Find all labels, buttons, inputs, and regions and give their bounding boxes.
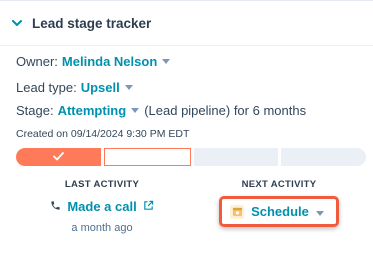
stage-duration: (Lead pipeline) for 6 months xyxy=(144,103,307,118)
chevron-down-icon[interactable] xyxy=(131,107,140,114)
next-activity-column: NEXT ACTIVITY Schedule xyxy=(194,179,364,227)
progress-step-upcoming xyxy=(193,148,279,166)
created-date: Created on 09/14/2024 9:30 PM EDT xyxy=(16,128,190,140)
progress-step-current xyxy=(103,148,191,166)
next-activity-label: NEXT ACTIVITY xyxy=(241,179,317,190)
section-header[interactable]: Lead stage tracker xyxy=(0,1,373,45)
chevron-down-icon[interactable] xyxy=(162,58,171,65)
calendar-icon xyxy=(230,204,245,219)
checkmark-icon xyxy=(52,148,64,166)
last-activity-link[interactable]: Made a call xyxy=(50,199,153,214)
stage-dropdown[interactable]: Attempting xyxy=(58,103,127,118)
last-activity-action[interactable]: Made a call xyxy=(67,199,136,214)
lead-type-dropdown[interactable]: Upsell xyxy=(81,80,120,95)
last-activity-label: LAST ACTIVITY xyxy=(64,179,140,190)
header-divider xyxy=(0,45,373,46)
stage-label: Stage: xyxy=(16,103,54,118)
owner-row: Owner: Melinda Nelson xyxy=(16,54,171,69)
stage-progress-bar xyxy=(16,148,366,166)
external-link-icon[interactable] xyxy=(143,199,154,214)
last-activity-time: a month ago xyxy=(71,222,133,234)
schedule-label[interactable]: Schedule xyxy=(251,204,309,219)
phone-icon xyxy=(50,199,61,214)
progress-step-completed xyxy=(16,148,101,166)
last-activity-column: LAST ACTIVITY Made a call a month ago xyxy=(17,179,187,234)
lead-stage-tracker-card: Lead stage tracker Owner: Melinda Nelson… xyxy=(0,0,373,261)
lead-type-label: Lead type: xyxy=(16,80,77,95)
progress-step-upcoming xyxy=(281,148,366,166)
lead-type-row: Lead type: Upsell xyxy=(16,80,133,95)
stage-row: Stage: Attempting (Lead pipeline) for 6 … xyxy=(16,103,306,118)
chevron-down-icon[interactable] xyxy=(315,204,324,219)
chevron-down-icon[interactable] xyxy=(11,17,23,29)
owner-dropdown[interactable]: Melinda Nelson xyxy=(62,54,157,69)
chevron-down-icon[interactable] xyxy=(124,84,133,91)
owner-label: Owner: xyxy=(16,54,58,69)
schedule-button[interactable]: Schedule xyxy=(219,196,339,227)
section-title: Lead stage tracker xyxy=(32,15,152,31)
